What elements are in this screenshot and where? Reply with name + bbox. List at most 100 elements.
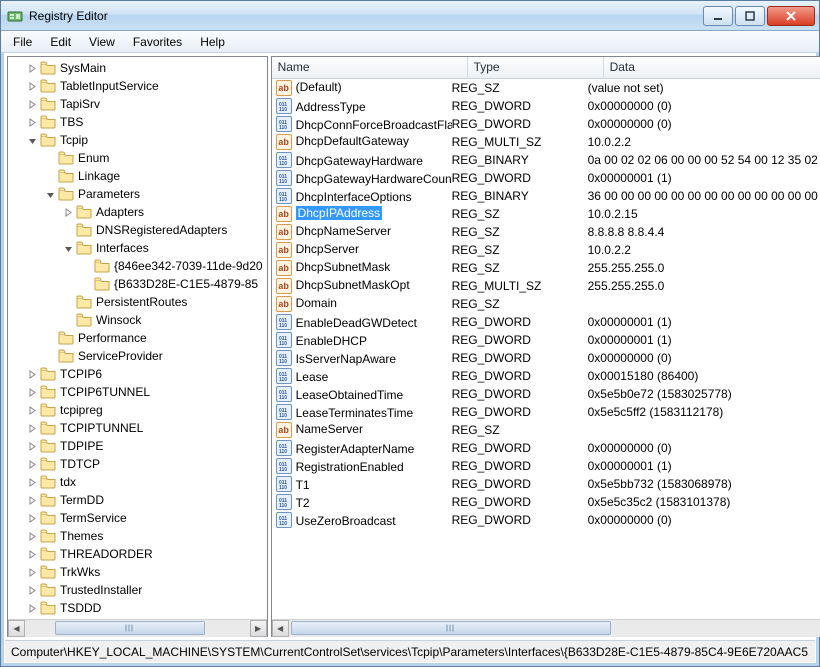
tree-item[interactable]: ServiceProvider	[8, 347, 267, 365]
scroll-left-button[interactable]: ◀	[272, 620, 289, 637]
tree-item[interactable]: Tcpip	[8, 131, 267, 149]
tree-item[interactable]: PersistentRoutes	[8, 293, 267, 311]
list-horizontal-scrollbar[interactable]: ◀ ▶	[272, 619, 820, 636]
tree-item[interactable]: Enum	[8, 149, 267, 167]
tree-item[interactable]: Winsock	[8, 311, 267, 329]
registry-value-row[interactable]: ab(Default)REG_SZ(value not set)	[272, 79, 820, 97]
tree-item[interactable]: SysMain	[8, 59, 267, 77]
tree-item[interactable]: TrkWks	[8, 563, 267, 581]
titlebar[interactable]: Registry Editor	[1, 1, 819, 31]
registry-value-row[interactable]: 011110AddressTypeREG_DWORD0x00000000 (0)	[272, 97, 820, 115]
scroll-track[interactable]	[25, 620, 250, 637]
scroll-left-button[interactable]: ◀	[8, 620, 25, 637]
registry-value-row[interactable]: abDhcpSubnetMaskREG_SZ255.255.255.0	[272, 259, 820, 277]
tree-item[interactable]: DNSRegisteredAdapters	[8, 221, 267, 239]
expander-closed-icon[interactable]	[26, 602, 38, 614]
expander-open-icon[interactable]	[44, 188, 56, 200]
expander-closed-icon[interactable]	[26, 422, 38, 434]
expander-closed-icon[interactable]	[26, 116, 38, 128]
registry-value-row[interactable]: abDhcpSubnetMaskOptREG_MULTI_SZ255.255.2…	[272, 277, 820, 295]
tree-item[interactable]: Themes	[8, 527, 267, 545]
scroll-thumb[interactable]	[291, 621, 611, 635]
expander-closed-icon[interactable]	[26, 476, 38, 488]
expander-closed-icon[interactable]	[26, 62, 38, 74]
tree-item[interactable]: TSDDD	[8, 599, 267, 617]
maximize-button[interactable]	[735, 6, 765, 26]
tree-item[interactable]: TCPIPTUNNEL	[8, 419, 267, 437]
expander-closed-icon[interactable]	[26, 458, 38, 470]
registry-value-row[interactable]: 011110RegistrationEnabledREG_DWORD0x0000…	[272, 457, 820, 475]
registry-value-row[interactable]: abDomainREG_SZ	[272, 295, 820, 313]
tree-item[interactable]: TermDD	[8, 491, 267, 509]
expander-closed-icon[interactable]	[26, 530, 38, 542]
expander-closed-icon[interactable]	[26, 584, 38, 596]
registry-value-row[interactable]: 011110DhcpGatewayHardwareCountREG_DWORD0…	[272, 169, 820, 187]
registry-value-row[interactable]: 011110LeaseObtainedTimeREG_DWORD0x5e5b0e…	[272, 385, 820, 403]
expander-closed-icon[interactable]	[26, 548, 38, 560]
expander-open-icon[interactable]	[62, 242, 74, 254]
scroll-right-button[interactable]: ▶	[250, 620, 267, 637]
expander-closed-icon[interactable]	[26, 494, 38, 506]
tree-item[interactable]: TabletInputService	[8, 77, 267, 95]
registry-value-row[interactable]: abNameServerREG_SZ	[272, 421, 820, 439]
menu-favorites[interactable]: Favorites	[125, 33, 190, 51]
tree-item[interactable]: {B633D28E-C1E5-4879-85	[8, 275, 267, 293]
registry-value-row[interactable]: abDhcpDefaultGatewayREG_MULTI_SZ10.0.2.2	[272, 133, 820, 151]
expander-closed-icon[interactable]	[62, 206, 74, 218]
expander-closed-icon[interactable]	[26, 386, 38, 398]
tree-item[interactable]: Parameters	[8, 185, 267, 203]
expander-closed-icon[interactable]	[26, 368, 38, 380]
scroll-track[interactable]	[289, 620, 820, 637]
scroll-thumb[interactable]	[55, 621, 205, 635]
registry-value-row[interactable]: 011110LeaseTerminatesTimeREG_DWORD0x5e5c…	[272, 403, 820, 421]
list-body[interactable]: ab(Default)REG_SZ(value not set)011110Ad…	[272, 79, 820, 619]
tree-item[interactable]: {846ee342-7039-11de-9d20	[8, 257, 267, 275]
registry-value-row[interactable]: abDhcpServerREG_SZ10.0.2.2	[272, 241, 820, 259]
menu-edit[interactable]: Edit	[42, 33, 79, 51]
tree-horizontal-scrollbar[interactable]: ◀ ▶	[8, 619, 267, 636]
registry-value-row[interactable]: 011110DhcpConnForceBroadcastFlagREG_DWOR…	[272, 115, 820, 133]
tree-item[interactable]: TCPIP6TUNNEL	[8, 383, 267, 401]
tree-item[interactable]: TBS	[8, 113, 267, 131]
registry-value-row[interactable]: 011110DhcpInterfaceOptionsREG_BINARY36 0…	[272, 187, 820, 205]
tree-item[interactable]: Performance	[8, 329, 267, 347]
expander-closed-icon[interactable]	[26, 98, 38, 110]
tree-scroll[interactable]: SysMainTabletInputServiceTapiSrvTBSTcpip…	[8, 57, 267, 619]
tree-item[interactable]: THREADORDER	[8, 545, 267, 563]
tree-item[interactable]: tdx	[8, 473, 267, 491]
tree-item[interactable]: Linkage	[8, 167, 267, 185]
expander-closed-icon[interactable]	[26, 566, 38, 578]
tree-item[interactable]: TDTCP	[8, 455, 267, 473]
registry-value-row[interactable]: 011110RegisterAdapterNameREG_DWORD0x0000…	[272, 439, 820, 457]
minimize-button[interactable]	[703, 6, 733, 26]
registry-value-row[interactable]: abDhcpIPAddressREG_SZ10.0.2.15	[272, 205, 820, 223]
tree-item[interactable]: Interfaces	[8, 239, 267, 257]
registry-value-row[interactable]: 011110T2REG_DWORD0x5e5c35c2 (1583101378)	[272, 493, 820, 511]
registry-value-row[interactable]: 011110DhcpGatewayHardwareREG_BINARY0a 00…	[272, 151, 820, 169]
tree-item[interactable]: TapiSrv	[8, 95, 267, 113]
expander-open-icon[interactable]	[26, 134, 38, 146]
menu-file[interactable]: File	[5, 33, 40, 51]
tree-item[interactable]: TermService	[8, 509, 267, 527]
menu-help[interactable]: Help	[192, 33, 233, 51]
registry-value-row[interactable]: 011110EnableDHCPREG_DWORD0x00000001 (1)	[272, 331, 820, 349]
registry-value-row[interactable]: 011110UseZeroBroadcastREG_DWORD0x0000000…	[272, 511, 820, 529]
registry-value-row[interactable]: 011110T1REG_DWORD0x5e5bb732 (1583068978)	[272, 475, 820, 493]
close-button[interactable]	[767, 6, 815, 26]
tree-item[interactable]: tcpipreg	[8, 401, 267, 419]
expander-closed-icon[interactable]	[26, 440, 38, 452]
tree-item[interactable]: Adapters	[8, 203, 267, 221]
column-header-type[interactable]: Type	[468, 57, 604, 78]
expander-closed-icon[interactable]	[26, 404, 38, 416]
registry-value-row[interactable]: 011110LeaseREG_DWORD0x00015180 (86400)	[272, 367, 820, 385]
registry-value-row[interactable]: abDhcpNameServerREG_SZ8.8.8.8 8.8.4.4	[272, 223, 820, 241]
column-header-data[interactable]: Data	[604, 57, 820, 78]
column-header-name[interactable]: Name	[272, 57, 468, 78]
expander-closed-icon[interactable]	[26, 80, 38, 92]
tree-item[interactable]: TDPIPE	[8, 437, 267, 455]
expander-closed-icon[interactable]	[26, 512, 38, 524]
tree-item[interactable]: TrustedInstaller	[8, 581, 267, 599]
tree-item[interactable]: TCPIP6	[8, 365, 267, 383]
registry-value-row[interactable]: 011110EnableDeadGWDetectREG_DWORD0x00000…	[272, 313, 820, 331]
registry-value-row[interactable]: 011110IsServerNapAwareREG_DWORD0x0000000…	[272, 349, 820, 367]
